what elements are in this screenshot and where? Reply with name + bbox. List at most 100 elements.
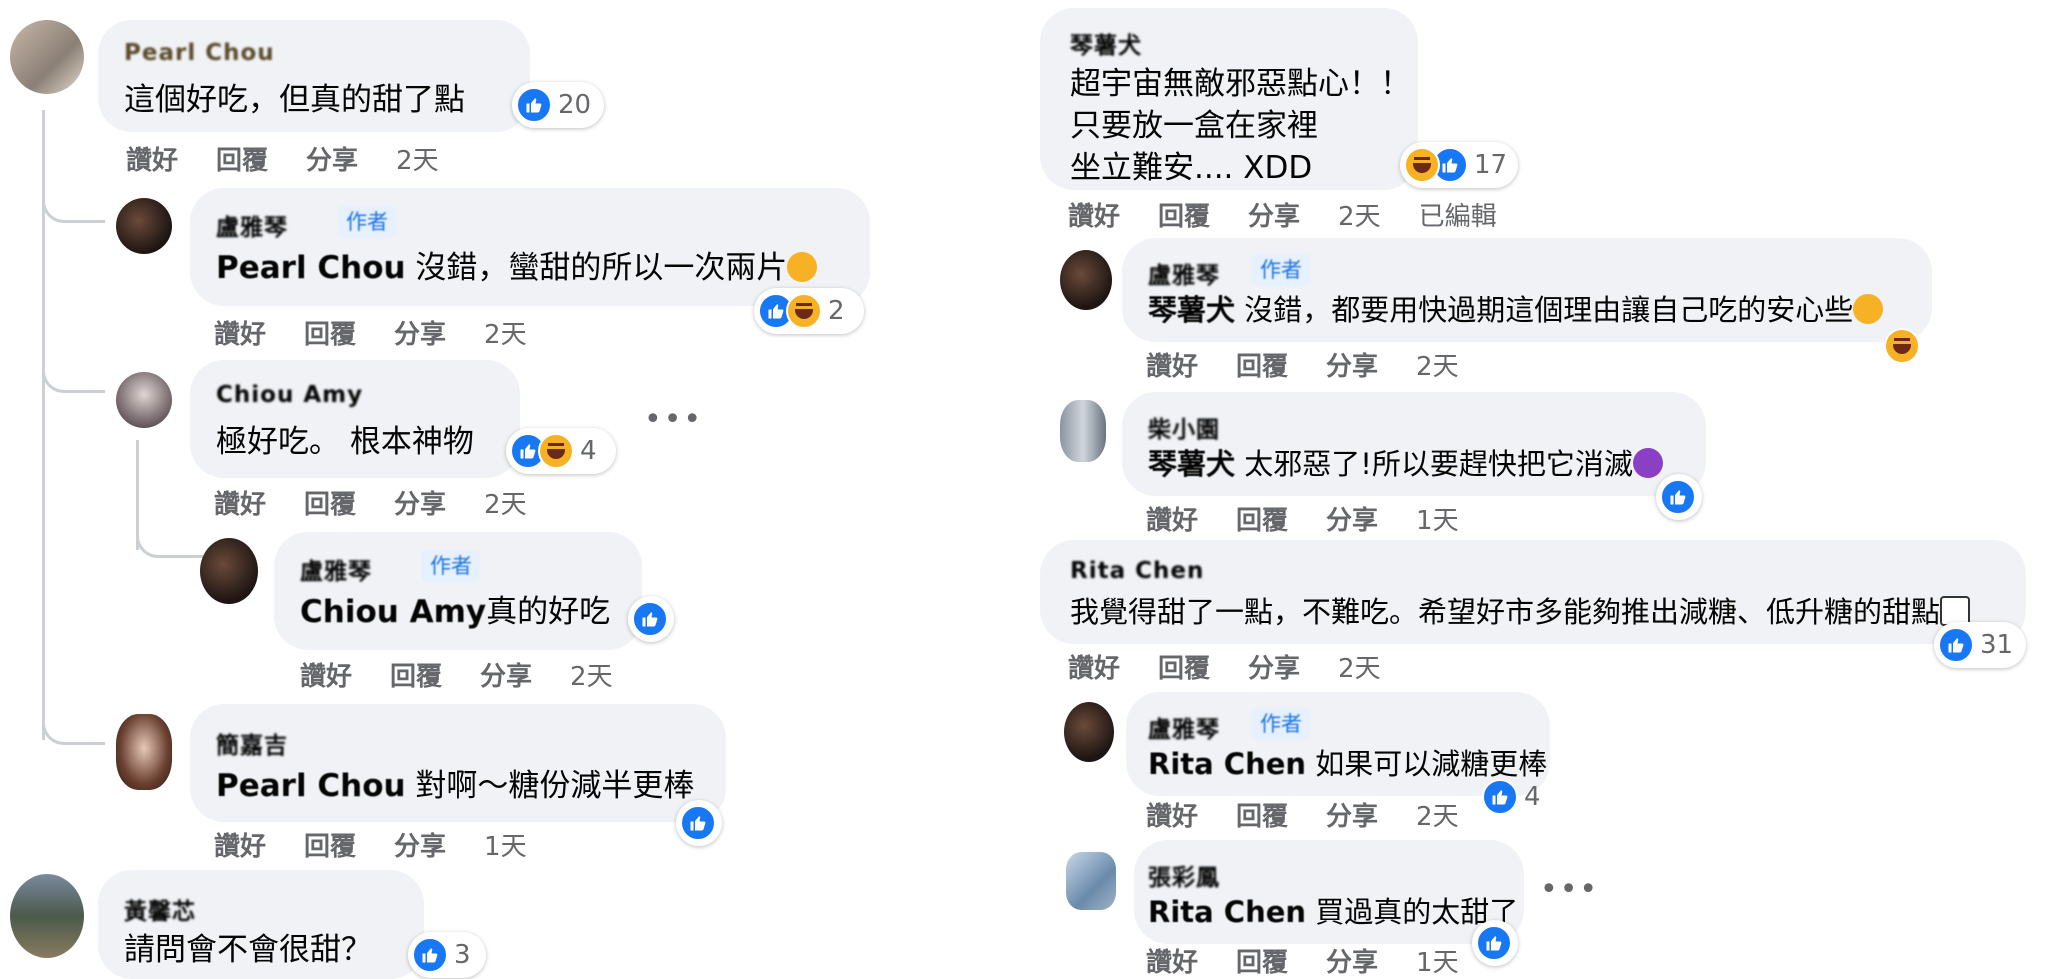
share-button[interactable]: 分享 — [394, 320, 446, 350]
commenter-name[interactable]: Rita Chen — [1070, 558, 1204, 584]
haha-icon[interactable] — [1884, 328, 1920, 364]
comment-bubble: Chiou Amy 極好吃。 根本神物 — [190, 360, 520, 478]
avatar[interactable] — [1060, 400, 1106, 462]
reaction-summary[interactable] — [1656, 474, 1702, 520]
comment-bubble: 盧雅琴 作者 琴薯犬 沒錯，都要用快過期這個理由讓自己吃的安心些 — [1122, 238, 1932, 342]
like-button[interactable]: 讚好 — [1146, 506, 1198, 536]
mention-link[interactable]: Rita Chen — [1148, 895, 1306, 929]
comment-bubble: 黃馨芯 請問會不會很甜？ — [98, 870, 424, 979]
timestamp[interactable]: 2天 — [484, 490, 527, 520]
reaction-summary[interactable]: 31 — [1934, 622, 2026, 668]
reply-button[interactable]: 回覆 — [216, 146, 268, 176]
timestamp[interactable]: 1天 — [1416, 948, 1459, 978]
reply-button[interactable]: 回覆 — [1158, 654, 1210, 684]
mention-link[interactable]: 琴薯犬 — [1148, 293, 1235, 327]
commenter-name[interactable]: Pearl Chou — [124, 40, 275, 66]
share-button[interactable]: 分享 — [306, 146, 358, 176]
mention-link[interactable]: Pearl Chou — [216, 768, 406, 804]
commenter-name[interactable]: 盧雅琴 — [1148, 710, 1220, 744]
reaction-summary[interactable]: 3 — [408, 932, 486, 978]
reaction-count: 17 — [1474, 150, 1508, 180]
mention-link[interactable]: Rita Chen — [1148, 747, 1306, 781]
reply-button[interactable]: 回覆 — [1236, 506, 1288, 536]
share-button[interactable]: 分享 — [394, 832, 446, 862]
share-button[interactable]: 分享 — [1326, 352, 1378, 382]
comment-bubble: 琴薯犬 超宇宙無敵邪惡點心！！ 只要放一盒在家裡 坐立難安.... XDD — [1040, 8, 1418, 190]
avatar[interactable] — [116, 714, 172, 790]
like-button[interactable]: 讚好 — [1068, 202, 1120, 232]
commenter-name[interactable]: 簡嘉吉 — [216, 726, 288, 760]
commenter-name[interactable]: 琴薯犬 — [1070, 26, 1142, 60]
comment-text: Pearl Chou 沒錯，蠻甜的所以一次兩片 — [216, 246, 818, 290]
timestamp[interactable]: 2天 — [1338, 202, 1381, 232]
avatar[interactable] — [1060, 250, 1112, 310]
reaction-summary[interactable]: 20 — [512, 82, 604, 128]
like-button[interactable]: 讚好 — [1146, 948, 1198, 978]
comment-text-line: 只要放一盒在家裡 — [1070, 108, 1318, 144]
like-button[interactable]: 讚好 — [214, 490, 266, 520]
avatar[interactable] — [200, 538, 258, 604]
reaction-summary[interactable] — [628, 596, 674, 642]
share-button[interactable]: 分享 — [1326, 506, 1378, 536]
reply-button[interactable]: 回覆 — [1236, 948, 1288, 978]
reaction-count: 4 — [580, 436, 597, 466]
timestamp[interactable]: 1天 — [484, 832, 527, 862]
like-button[interactable]: 讚好 — [1146, 352, 1198, 382]
commenter-name[interactable]: 黃馨芯 — [124, 892, 196, 926]
commenter-name[interactable]: 盧雅琴 — [1148, 256, 1220, 290]
like-button[interactable]: 讚好 — [214, 320, 266, 350]
reply-button[interactable]: 回覆 — [390, 662, 442, 692]
timestamp[interactable]: 2天 — [570, 662, 613, 692]
more-options-icon[interactable]: ••• — [644, 402, 703, 437]
commenter-name[interactable]: 盧雅琴 — [300, 552, 372, 586]
avatar[interactable] — [116, 198, 172, 254]
timestamp[interactable]: 2天 — [396, 146, 439, 176]
reaction-count: 2 — [828, 296, 845, 326]
commenter-name[interactable]: Chiou Amy — [216, 382, 363, 408]
share-button[interactable]: 分享 — [1248, 202, 1300, 232]
reply-button[interactable]: 回覆 — [304, 490, 356, 520]
reaction-summary[interactable]: 17 — [1400, 142, 1518, 188]
author-badge: 作者 — [1252, 708, 1310, 740]
share-button[interactable]: 分享 — [394, 490, 446, 520]
timestamp[interactable]: 1天 — [1416, 506, 1459, 536]
avatar[interactable] — [1066, 852, 1116, 910]
mention-link[interactable]: Chiou Amy — [300, 594, 486, 630]
like-button[interactable]: 讚好 — [1068, 654, 1120, 684]
avatar[interactable] — [1064, 702, 1114, 762]
reply-button[interactable]: 回覆 — [304, 320, 356, 350]
reply-button[interactable]: 回覆 — [304, 832, 356, 862]
reaction-summary[interactable]: 4 — [506, 428, 616, 474]
reaction-summary[interactable] — [676, 800, 722, 846]
comment-text: Pearl Chou 對啊～糖份減半更棒 — [216, 768, 695, 804]
commenter-name[interactable]: 柴小園 — [1148, 410, 1220, 444]
avatar[interactable] — [10, 874, 84, 958]
like-button[interactable]: 讚好 — [1146, 802, 1198, 832]
share-button[interactable]: 分享 — [1248, 654, 1300, 684]
timestamp[interactable]: 2天 — [1338, 654, 1381, 684]
share-button[interactable]: 分享 — [480, 662, 532, 692]
reaction-summary[interactable]: 2 — [754, 288, 864, 334]
mention-link[interactable]: 琴薯犬 — [1148, 447, 1235, 481]
timestamp[interactable]: 2天 — [1416, 352, 1459, 382]
more-options-icon[interactable]: ••• — [1540, 872, 1599, 907]
commenter-name[interactable]: 盧雅琴 — [216, 208, 288, 242]
avatar[interactable] — [10, 20, 84, 94]
timestamp[interactable]: 2天 — [1416, 802, 1459, 832]
edited-label[interactable]: 已編輯 — [1419, 202, 1497, 232]
share-button[interactable]: 分享 — [1326, 948, 1378, 978]
like-button[interactable]: 讚好 — [126, 146, 178, 176]
comment-actions: 讚好 回覆 分享 2天 — [1068, 648, 1419, 685]
timestamp[interactable]: 2天 — [484, 320, 527, 350]
avatar[interactable] — [116, 372, 172, 428]
reply-button[interactable]: 回覆 — [1236, 802, 1288, 832]
commenter-name[interactable]: 張彩鳳 — [1148, 858, 1220, 892]
mention-link[interactable]: Pearl Chou — [216, 250, 406, 286]
reply-button[interactable]: 回覆 — [1236, 352, 1288, 382]
share-button[interactable]: 分享 — [1326, 802, 1378, 832]
reply-button[interactable]: 回覆 — [1158, 202, 1210, 232]
like-button[interactable]: 讚好 — [300, 662, 352, 692]
like-button[interactable]: 讚好 — [214, 832, 266, 862]
comment-bubble: 張彩鳳 Rita Chen 買過真的太甜了 — [1134, 840, 1524, 944]
like-icon — [1660, 479, 1696, 515]
